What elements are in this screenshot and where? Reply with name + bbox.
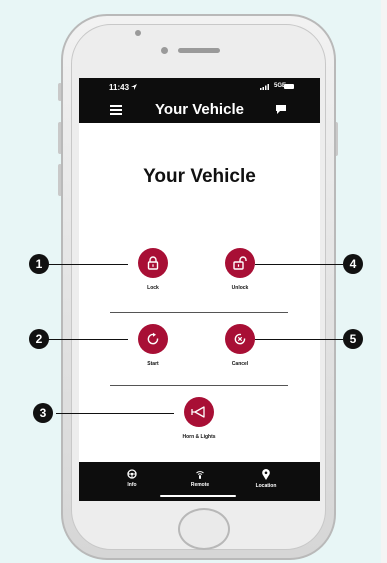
callout-5-leader [255,339,343,340]
start-circle[interactable] [138,324,168,354]
horn-lights-button[interactable]: Horn & Lights [169,397,229,440]
home-indicator [160,495,236,497]
callout-3: 3 [33,403,53,423]
refresh-arrow-icon [147,332,159,345]
battery-icon [284,84,294,89]
callout-4: 4 [343,254,363,274]
earpiece-speaker [178,48,220,53]
padlock-unlocked-icon [233,256,247,270]
tab-info[interactable]: Info [107,469,157,488]
lock-label: Lock [147,285,159,291]
unlock-circle[interactable] [225,248,255,278]
map-pin-icon [262,469,270,480]
callout-3-leader [56,413,174,414]
lock-circle[interactable] [138,248,168,278]
callout-4-leader [255,264,343,265]
unlock-label: Unlock [231,285,249,291]
lock-button[interactable]: Lock [123,248,183,291]
location-arrow-icon [131,84,137,90]
app-screen: 11:43 5GE Your Vehicle Your Vehicle Lock [79,78,320,501]
home-button[interactable] [178,508,230,550]
start-label: Start [147,361,159,367]
cancel-x-icon [234,333,246,345]
nav-bar: Your Vehicle [79,97,320,123]
wireless-remote-icon [196,471,204,479]
tab-remote[interactable]: Remote [175,469,225,488]
callout-5: 5 [343,329,363,349]
divider-1 [110,312,288,313]
horn-icon [191,406,205,418]
page-edge [381,0,387,563]
tab-bar: Info Remote Location [79,462,320,501]
horn-circle[interactable] [184,397,214,427]
status-time: 11:43 [109,83,130,92]
padlock-locked-icon [147,256,159,270]
cancel-label: Cancel [231,361,249,367]
divider-2 [110,385,288,386]
front-camera [135,30,141,36]
tab-remote-label: Remote [190,482,210,488]
status-bar: 11:43 5GE [79,78,320,97]
sensor-dot [161,47,168,54]
unlock-button[interactable]: Unlock [210,248,270,291]
tab-location-label: Location [255,483,277,489]
tab-location[interactable]: Location [241,469,291,489]
cancel-circle[interactable] [225,324,255,354]
signal-bars-icon [260,84,269,90]
page-heading: Your Vehicle [143,166,256,187]
callout-2: 2 [29,329,49,349]
horn-lights-label: Horn & Lights [182,434,216,440]
tab-info-label: Info [127,482,137,488]
callout-1-leader [48,264,128,265]
chat-bubble-icon[interactable] [276,105,286,114]
callout-1: 1 [29,254,49,274]
callout-2-leader [48,339,128,340]
cancel-button[interactable]: Cancel [210,324,270,367]
steering-wheel-icon [127,469,137,479]
start-button[interactable]: Start [123,324,183,367]
